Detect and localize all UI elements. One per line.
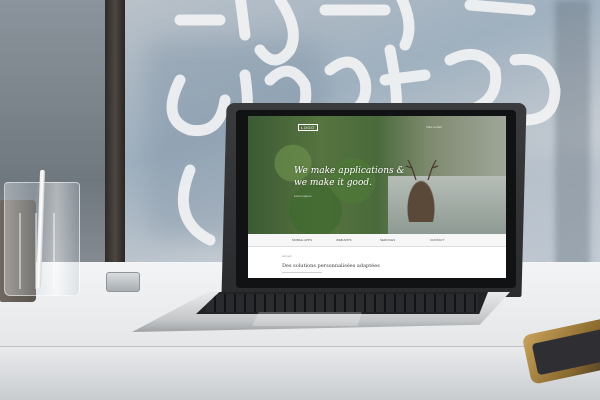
site-navigation: MOBILE APPS WEB APPS SERVICES CONTACT	[248, 234, 506, 247]
hero-headline-line1: We make applications &	[294, 166, 405, 176]
nav-item-mobile-apps[interactable]: MOBILE APPS	[292, 238, 312, 242]
nav-item-contact[interactable]: CONTACT	[430, 238, 444, 242]
phone-screen	[531, 328, 600, 376]
laptop-trackpad[interactable]	[252, 312, 362, 326]
laptop-screen[interactable]: LOGO Voici un lien We make applications …	[248, 116, 506, 278]
section-heading: Des solutions personnalisées adaptées	[282, 263, 380, 269]
window-frame	[105, 0, 125, 270]
site-logo[interactable]: LOGO	[298, 124, 318, 131]
website-hero: LOGO Voici un lien We make applications …	[248, 116, 506, 234]
hero-headline-line2: we make it good.	[294, 178, 373, 188]
laptop-keyboard[interactable]	[196, 292, 488, 314]
table-edge	[0, 346, 600, 400]
hero-subtext: Lorem ipsum	[294, 194, 312, 198]
nav-item-services[interactable]: SERVICES	[380, 238, 395, 242]
breadcrumb[interactable]: Accueil	[282, 254, 292, 258]
deer-image	[406, 178, 436, 222]
lighter	[106, 272, 140, 292]
keyboard-keys[interactable]	[206, 294, 478, 312]
heading-divider	[282, 272, 322, 273]
top-link[interactable]: Voici un lien	[426, 125, 442, 129]
glass-ridge	[53, 213, 55, 289]
cafe-scene: LOGO Voici un lien We make applications …	[0, 0, 600, 400]
nav-item-web-apps[interactable]: WEB APPS	[336, 238, 352, 242]
glass-ridge	[19, 213, 21, 289]
